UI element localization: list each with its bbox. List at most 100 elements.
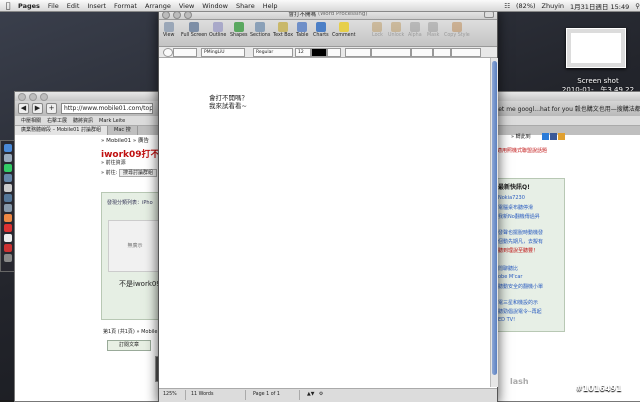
right-link[interactable]: 適用照機式聯盟說話題 <box>497 147 547 154</box>
minimize-icon[interactable] <box>29 92 37 101</box>
alpha-button[interactable]: Alpha <box>408 22 422 38</box>
mask-button[interactable]: Mask <box>427 22 439 38</box>
font-family-select[interactable]: PMingLiU <box>201 48 245 57</box>
news-item[interactable]: ED TV! <box>498 317 515 323</box>
highlight-color-well[interactable] <box>327 48 341 57</box>
app-icon[interactable] <box>3 184 12 192</box>
news-item[interactable]: 我新No翻機傳過昇 <box>498 213 540 220</box>
app-icon[interactable] <box>3 154 12 162</box>
zoom-icon[interactable] <box>40 92 48 101</box>
news-item[interactable]: 閒聊聽比 <box>498 265 518 272</box>
unlock-button[interactable]: Unlock <box>388 22 404 38</box>
share-other-icon[interactable] <box>558 133 565 140</box>
news-item[interactable]: obe M'car <box>498 274 522 280</box>
news-item[interactable]: 電三星和機設的示 <box>498 299 538 306</box>
browser-tab[interactable]: 廣業務體線段 – Mobile01 討論群組 <box>15 126 109 135</box>
share-facebook-icon[interactable] <box>550 133 557 140</box>
alignment-buttons[interactable] <box>371 48 411 57</box>
user-menu[interactable]: Zhuyin <box>542 2 564 10</box>
styles-drawer-icon[interactable] <box>163 48 173 57</box>
comment-button[interactable]: Comment <box>332 22 356 38</box>
app-icon[interactable] <box>3 194 12 202</box>
menu-window[interactable]: Window <box>202 2 228 10</box>
app-icon[interactable] <box>3 204 12 212</box>
minimize-icon[interactable] <box>173 11 181 19</box>
zoom-select[interactable]: 125% <box>163 392 177 397</box>
bold-italic-buttons[interactable] <box>345 48 371 57</box>
news-item[interactable]: Nokia7230 <box>498 195 525 201</box>
menu-arrange[interactable]: Arrange <box>145 2 171 10</box>
app-icon[interactable] <box>3 174 12 182</box>
menu-share[interactable]: Share <box>236 2 255 10</box>
document-canvas[interactable]: 會打不開嗎？ 我來試看看~ <box>159 58 490 387</box>
app-icon[interactable] <box>3 244 12 252</box>
app-icon[interactable] <box>3 224 12 232</box>
bookmark-links-right[interactable]: Let me googl...hat for you 穀也購文也用—搜購法都 <box>495 104 640 113</box>
forward-icon[interactable]: ▶ <box>32 103 43 114</box>
breadcrumb[interactable]: » Mobile01 » 廣告 <box>101 136 149 144</box>
bookmark-item[interactable]: 聽將資訊 <box>73 117 93 124</box>
list-style-select[interactable] <box>451 48 481 57</box>
text-color-well[interactable] <box>311 48 327 57</box>
app-icon[interactable] <box>3 234 12 242</box>
menu-format[interactable]: Format <box>114 2 137 10</box>
menu-pages[interactable]: Pages <box>18 2 40 10</box>
news-item[interactable]: 聽到理說至聽豐！ <box>498 247 538 254</box>
font-size-field[interactable]: 12 <box>295 48 311 57</box>
forum-select[interactable]: 搜尋討論群組 <box>118 169 157 177</box>
bookmark-item[interactable]: 右擊工展 <box>47 117 67 124</box>
screenshot-file-icon[interactable] <box>566 28 626 68</box>
app-icon[interactable] <box>3 214 12 222</box>
apple-icon[interactable]:  <box>4 1 12 10</box>
news-item[interactable]: 發聲也擺脫時動機發 <box>498 229 543 236</box>
battery-status[interactable]: (82%) <box>516 2 536 10</box>
goto-resources-link[interactable]: » 前往資源 <box>101 159 126 166</box>
lock-button[interactable]: Lock <box>372 22 383 38</box>
bookmark-item[interactable]: Mark Leite <box>99 118 125 124</box>
subscribe-button[interactable]: 訂閱文章 <box>107 340 151 351</box>
scrollbar-thumb[interactable] <box>492 61 497 375</box>
charts-button[interactable]: Charts <box>313 22 329 38</box>
view-button[interactable]: View <box>163 22 174 38</box>
bookmark-item[interactable]: 中壓相關 <box>21 117 41 124</box>
trash-icon[interactable] <box>3 254 12 262</box>
clock[interactable]: 1月31日週日 15:49 <box>570 1 629 11</box>
share-twitter-icon[interactable] <box>542 133 549 140</box>
font-weight-select[interactable]: Regular <box>253 48 293 57</box>
vertical-scrollbar[interactable] <box>490 58 498 387</box>
zoom-icon[interactable] <box>184 11 192 19</box>
finder-icon[interactable] <box>3 144 12 152</box>
url-field[interactable]: http://www.mobile01.com/topicde <box>61 103 153 114</box>
text-box-button[interactable]: Text Box <box>273 22 293 38</box>
wifi-icon[interactable]: ☷ <box>504 2 510 10</box>
add-bookmark-icon[interactable]: + <box>46 103 57 114</box>
menu-edit[interactable]: Edit <box>67 2 80 10</box>
menu-file[interactable]: File <box>48 2 59 10</box>
close-icon[interactable] <box>162 11 170 19</box>
columns-select[interactable] <box>433 48 451 57</box>
document-text-line[interactable]: 我來試看看~ <box>209 100 247 110</box>
outline-button[interactable]: Outline <box>209 22 226 38</box>
sections-button[interactable]: Sections <box>250 22 270 38</box>
close-icon[interactable] <box>18 92 26 101</box>
app-icon[interactable] <box>3 164 12 172</box>
news-item[interactable]: 聽勁倡說電令--再起 <box>498 308 542 315</box>
browser-tab[interactable]: Mac 搜 <box>108 126 138 135</box>
menu-insert[interactable]: Insert <box>87 2 106 10</box>
news-item[interactable]: 聽動安全的翻機小單 <box>498 283 543 290</box>
table-button[interactable]: Table <box>296 22 308 38</box>
toolbar-toggle-icon[interactable] <box>484 11 494 18</box>
copy-style-button[interactable]: Copy Style <box>444 22 470 38</box>
action-gear-icon[interactable]: ⚙ <box>319 392 323 397</box>
shapes-button[interactable]: Shapes <box>230 22 248 38</box>
news-item[interactable]: 個動先期凡，去擬有 <box>498 238 543 245</box>
full-screen-button[interactable]: Full Screen <box>181 22 207 38</box>
back-icon[interactable]: ◀ <box>18 103 29 114</box>
page-nav-arrows-icon[interactable]: ▲▼ <box>307 392 314 397</box>
menu-view[interactable]: View <box>179 2 194 10</box>
news-item[interactable]: 電腦桌布聽停滑 <box>498 204 533 211</box>
paragraph-style-select[interactable] <box>173 48 197 57</box>
spotlight-icon[interactable]: ⚲ <box>635 2 640 10</box>
menu-help[interactable]: Help <box>263 2 278 10</box>
line-spacing-select[interactable] <box>411 48 433 57</box>
